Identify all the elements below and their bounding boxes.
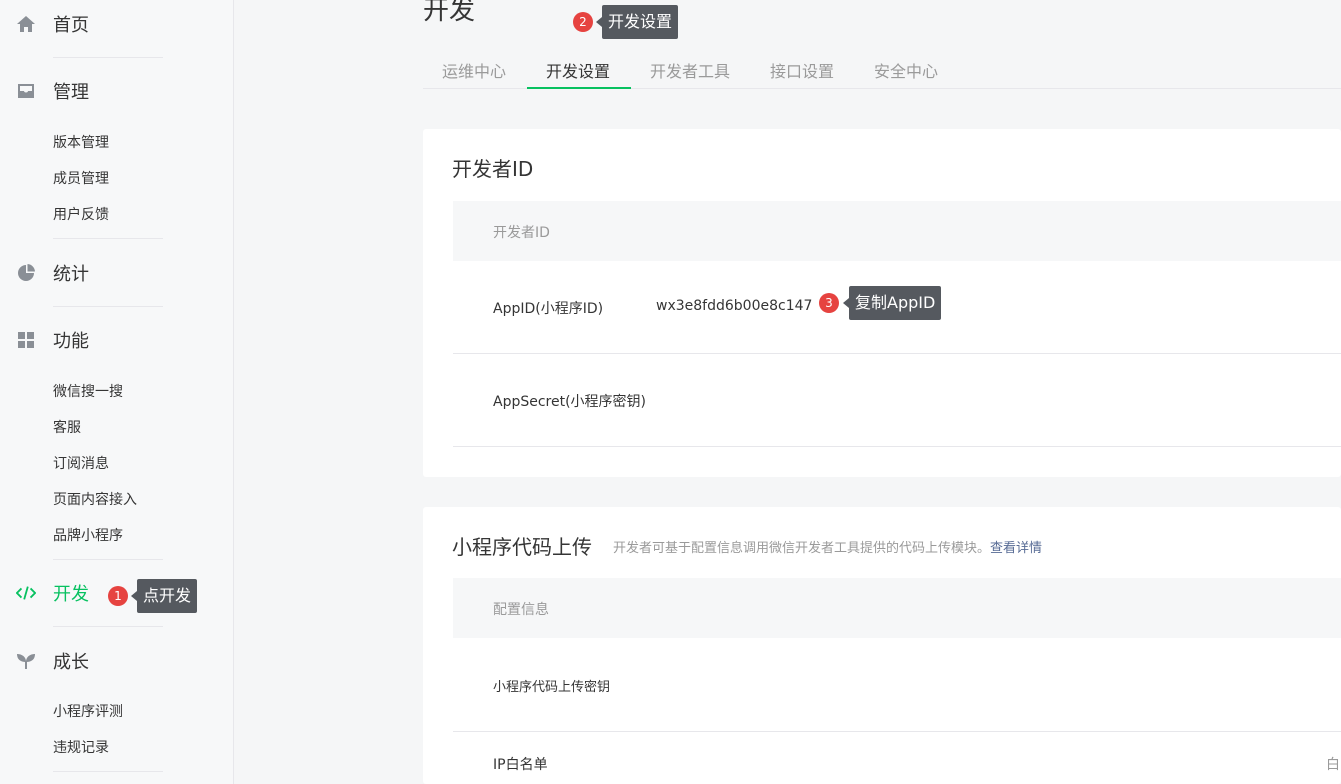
nav-growth-label: 成长 xyxy=(53,652,89,673)
developer-id-table-header: 开发者ID xyxy=(453,201,1341,261)
tab-dev-settings[interactable]: 开发设置 xyxy=(546,58,610,82)
config-info-header-label: 配置信息 xyxy=(493,602,549,618)
callout-badge-3: 3 xyxy=(819,293,839,313)
divider xyxy=(53,771,163,772)
callout-tooltip-1: 点开发 xyxy=(130,579,198,613)
nav-violation-records[interactable]: 违规记录 xyxy=(53,737,109,757)
ip-whitelist-label: IP白名单 xyxy=(493,757,548,773)
nav-user-feedback[interactable]: 用户反馈 xyxy=(53,204,109,224)
tab-dev-tools[interactable]: 开发者工具 xyxy=(650,58,730,82)
nav-stats-label: 统计 xyxy=(53,264,89,285)
nav-miniprogram-review[interactable]: 小程序评测 xyxy=(53,701,123,721)
code-upload-table-header: 配置信息 xyxy=(453,578,1341,638)
nav-page-content[interactable]: 页面内容接入 xyxy=(53,489,137,509)
developer-id-header-label: 开发者ID xyxy=(493,225,550,241)
nav-home-label: 首页 xyxy=(53,15,89,36)
appid-value[interactable]: wx3e8fdd6b00e8c147 xyxy=(656,298,812,314)
divider xyxy=(53,626,163,627)
nav-dev-label: 开发 xyxy=(53,584,89,605)
inbox-icon xyxy=(16,81,36,101)
sprout-icon xyxy=(16,651,36,671)
divider xyxy=(53,306,163,307)
home-icon xyxy=(16,14,36,34)
callout-tooltip-2: 开发设置 xyxy=(595,5,679,39)
code-upload-description: 开发者可基于配置信息调用微信开发者工具提供的代码上传模块。查看详情 xyxy=(613,537,1042,556)
active-tab-indicator xyxy=(527,87,631,89)
callout-badge-2: 2 xyxy=(573,12,593,32)
nav-wechat-search[interactable]: 微信搜一搜 xyxy=(53,381,123,401)
code-upload-card: 小程序代码上传 开发者可基于配置信息调用微信开发者工具提供的代码上传模块。查看详… xyxy=(423,507,1341,784)
row-divider xyxy=(453,353,1341,354)
nav-customer-service[interactable]: 客服 xyxy=(53,417,81,437)
page-title: 开发 xyxy=(423,0,476,26)
tab-api-settings[interactable]: 接口设置 xyxy=(770,58,834,82)
nav-features-label: 功能 xyxy=(53,331,89,352)
callout-badge-1: 1 xyxy=(108,586,128,606)
row-divider xyxy=(453,731,1341,732)
tab-security-center[interactable]: 安全中心 xyxy=(874,58,938,82)
code-icon xyxy=(16,583,36,603)
pie-chart-icon xyxy=(16,263,36,283)
nav-member-manage[interactable]: 成员管理 xyxy=(53,168,109,188)
nav-version-manage[interactable]: 版本管理 xyxy=(53,132,109,152)
grid-icon xyxy=(16,330,36,350)
view-details-link[interactable]: 查看详情 xyxy=(990,541,1042,556)
nav-manage-label: 管理 xyxy=(53,82,89,103)
divider xyxy=(53,238,163,239)
divider xyxy=(53,57,163,58)
divider xyxy=(53,559,163,560)
callout-tooltip-3: 复制AppID xyxy=(842,286,942,320)
appid-label: AppID(小程序ID) xyxy=(493,301,604,317)
tab-ops-center[interactable]: 运维中心 xyxy=(442,58,506,82)
code-upload-desc-text: 开发者可基于配置信息调用微信开发者工具提供的代码上传模块。 xyxy=(613,541,991,556)
nav-subscribe-message[interactable]: 订阅消息 xyxy=(53,453,109,473)
appsecret-label: AppSecret(小程序密钥) xyxy=(493,394,647,410)
sidebar: 首页 管理 版本管理 成员管理 用户反馈 统计 功能 微信搜一搜 客服 订阅消息… xyxy=(0,0,234,784)
code-upload-title: 小程序代码上传 xyxy=(452,535,592,559)
row-divider xyxy=(453,446,1341,447)
tab-bar: 运维中心 开发设置 开发者工具 接口设置 安全中心 xyxy=(423,48,1341,89)
nav-brand-miniprogram[interactable]: 品牌小程序 xyxy=(53,525,123,545)
ip-whitelist-value: 白 xyxy=(1326,757,1340,773)
upload-key-label: 小程序代码上传密钥 xyxy=(493,680,611,695)
developer-id-title: 开发者ID xyxy=(452,157,534,181)
